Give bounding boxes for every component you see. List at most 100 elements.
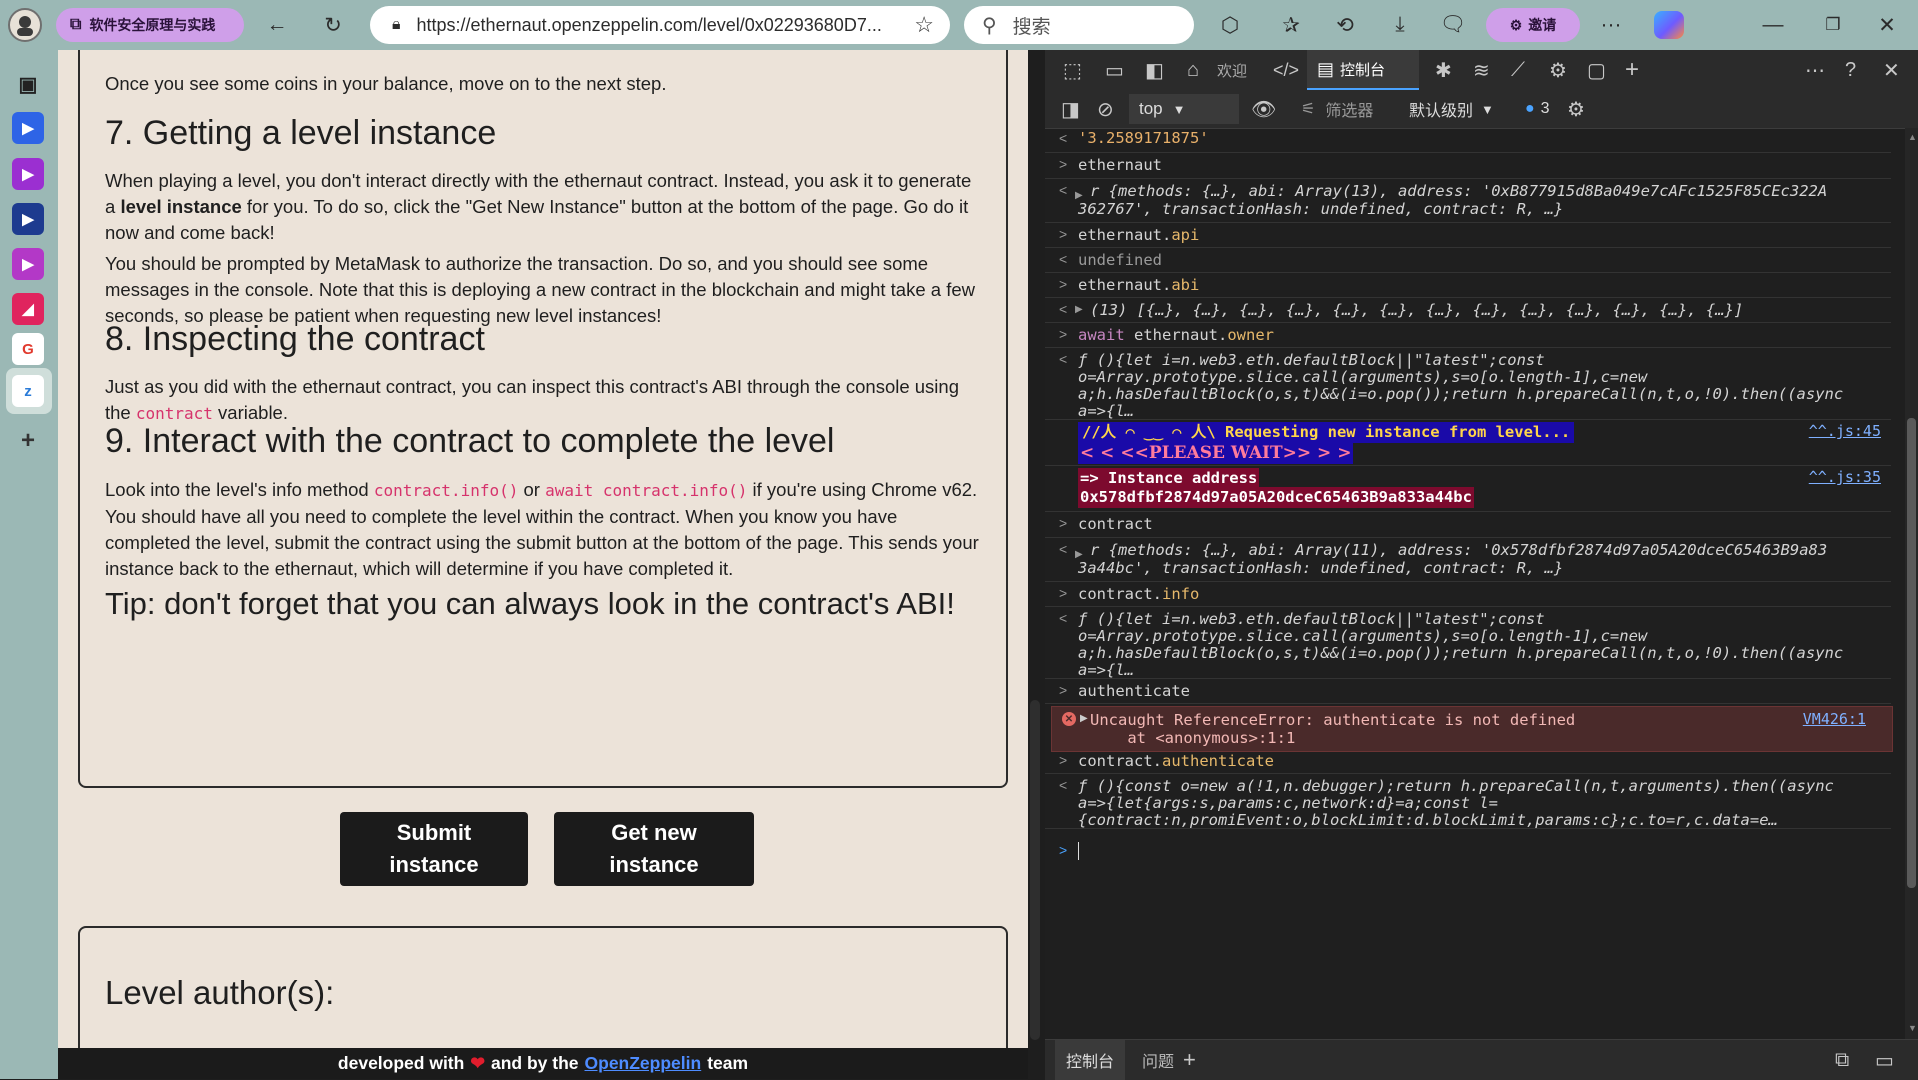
source-link[interactable]: ^^.js:35 xyxy=(1809,468,1881,486)
page-scrollbar[interactable] xyxy=(1030,700,1040,1040)
clear-console-icon[interactable]: ⊘ xyxy=(1097,97,1114,121)
sidebar-app-7-icon[interactable]: z xyxy=(12,375,44,407)
memory-gear-icon[interactable]: ⚙ xyxy=(1549,58,1567,82)
tab-welcome[interactable]: 欢迎 xyxy=(1217,58,1247,82)
back-icon[interactable]: ← xyxy=(262,10,292,40)
favorite-star-icon[interactable]: ☆ xyxy=(914,12,934,38)
expand-triangle-icon: ▶ xyxy=(1075,190,1083,201)
tab-actions-icon[interactable]: ▣ xyxy=(12,68,44,100)
profile-avatar[interactable] xyxy=(8,8,42,42)
sidebar-app-4-icon[interactable]: ▶ xyxy=(12,248,44,280)
tab-console[interactable]: ▤ 控制台 xyxy=(1307,50,1419,90)
paragraph-inspect-abi: Just as you did with the ethernaut contr… xyxy=(105,376,959,423)
console-icon: ▤ xyxy=(1317,58,1335,79)
live-expression-eye-icon[interactable]: 👁︎ xyxy=(1251,97,1276,121)
console-entry: > await ethernaut.owner xyxy=(1045,322,1891,348)
dock-side-icon[interactable]: ◧ xyxy=(1145,58,1164,82)
source-link[interactable]: VM426:1 xyxy=(1803,710,1866,728)
scroll-down-icon[interactable]: ▼ xyxy=(1908,1023,1917,1033)
level-instance-bold: level instance xyxy=(120,196,242,217)
devtools-toolbar: ⬚ ▭ ◧ ⌂ 欢迎 </> ▤ 控制台 ✱ ≋ ⟋ ⚙ ▢ + ⋯ ? ✕ xyxy=(1045,50,1918,91)
address-bar[interactable]: 🔒︎ https://ethernaut.openzeppelin.com/le… xyxy=(370,6,950,44)
close-icon[interactable]: ✕ xyxy=(1872,10,1902,40)
console-settings-icon[interactable]: ⚙ xyxy=(1567,97,1585,121)
inspect-element-icon[interactable]: ⬚ xyxy=(1063,58,1082,82)
sources-bug-icon[interactable]: ✱ xyxy=(1435,58,1452,82)
console-entry[interactable]: < ▶ (13) [{…}, {…}, {…}, {…}, {…}, {…}, … xyxy=(1045,297,1891,323)
inline-code-contract: contract xyxy=(135,404,213,423)
search-box[interactable]: ⚲ 搜索 xyxy=(964,6,1194,44)
url-text: https://ethernaut.openzeppelin.com/level… xyxy=(416,14,882,35)
context-select[interactable]: top ▼ xyxy=(1129,94,1239,124)
text-cursor xyxy=(1078,842,1079,860)
heart-icon: ❤ xyxy=(470,1053,485,1073)
device-toolbar-icon[interactable]: ▭ xyxy=(1105,58,1124,82)
drawer-add-tab-icon[interactable]: + xyxy=(1183,1047,1196,1072)
expand-triangle-icon[interactable]: ▶ xyxy=(1080,713,1088,724)
browser-top-bar: ⧉ 软件安全原理与实践 ← ↻ 🔒︎ https://ethernaut.ope… xyxy=(0,0,1918,50)
console-entry[interactable]: < ▶ r {methods: {…}, abi: Array(11), add… xyxy=(1045,537,1891,582)
application-icon[interactable]: ▢ xyxy=(1587,58,1606,82)
page-content: Once you see some coins in your balance,… xyxy=(58,50,1028,1079)
tab-group-icon: ⧉ xyxy=(70,16,82,33)
filter-icon: ⚟ xyxy=(1301,101,1316,118)
invite-button[interactable]: ⚙ 邀请 xyxy=(1486,8,1580,42)
drawer-close-icon[interactable]: ▭ xyxy=(1875,1048,1894,1072)
invite-icon: ⚙ xyxy=(1509,16,1523,33)
console-entry: > contract xyxy=(1045,511,1891,538)
sidebar-app-1-icon[interactable]: ▶ xyxy=(12,112,44,144)
console-scroll-thumb[interactable] xyxy=(1907,418,1916,888)
search-icon: ⚲ xyxy=(982,14,997,37)
add-sidebar-app-icon[interactable]: + xyxy=(12,425,44,457)
minimize-icon[interactable]: — xyxy=(1758,10,1788,40)
console-entry: > contract.info xyxy=(1045,581,1891,607)
scroll-up-icon[interactable]: ▲ xyxy=(1908,132,1917,142)
sidebar-toggle-icon[interactable]: ◨ xyxy=(1061,97,1080,121)
drawer-tab-console[interactable]: 控制台 xyxy=(1055,1040,1125,1080)
issues-counter[interactable]: ● 3 xyxy=(1525,94,1550,124)
maximize-icon[interactable]: ❐ xyxy=(1818,10,1848,40)
console-scrollbar[interactable]: ▲ ▼ xyxy=(1905,128,1918,1039)
feedback-icon[interactable]: 🗨︎ xyxy=(1438,10,1468,40)
favorites-icon[interactable]: ✰ xyxy=(1276,10,1306,40)
devtools-panel: ⬚ ▭ ◧ ⌂ 欢迎 </> ▤ 控制台 ✱ ≋ ⟋ ⚙ ▢ + ⋯ ? ✕ ◨… xyxy=(1045,50,1918,1080)
history-icon[interactable]: ⟲ xyxy=(1330,10,1360,40)
source-link[interactable]: ^^.js:45 xyxy=(1809,422,1881,440)
console-entry[interactable]: < r {methods: {…}, abi: Array(13), addre… xyxy=(1045,178,1891,223)
close-devtools-icon[interactable]: ✕ xyxy=(1883,58,1900,82)
more-tools-plus-icon[interactable]: + xyxy=(1625,56,1639,83)
expand-triangle-icon: ▶ xyxy=(1075,304,1083,315)
inline-code-info: contract.info() xyxy=(373,481,519,500)
extensions-icon[interactable]: ⬡ xyxy=(1215,10,1245,40)
refresh-icon[interactable]: ↻ xyxy=(318,10,348,40)
error-icon: ✕ xyxy=(1062,712,1076,726)
chevron-down-icon: ▼ xyxy=(1172,101,1186,117)
tab-group-button[interactable]: ⧉ 软件安全原理与实践 xyxy=(56,8,244,42)
invite-label: 邀请 xyxy=(1528,17,1557,33)
drawer-tab-issues[interactable]: 问题 xyxy=(1133,1040,1183,1080)
get-new-instance-button[interactable]: Get new instance xyxy=(554,812,754,886)
more-menu-icon[interactable]: ··· xyxy=(1596,10,1626,40)
welcome-home-icon[interactable]: ⌂ xyxy=(1187,58,1199,82)
paragraph-metamask: You should be prompted by MetaMask to au… xyxy=(105,253,975,326)
console-entry: > ethernaut.api xyxy=(1045,222,1891,248)
drawer-dock-icon[interactable]: ⧉ xyxy=(1835,1048,1849,1072)
performance-icon[interactable]: ⟋ xyxy=(1511,58,1525,82)
console-prompt[interactable]: > xyxy=(1045,838,1891,864)
network-wifi-icon[interactable]: ≋ xyxy=(1473,58,1490,82)
help-icon[interactable]: ? xyxy=(1845,58,1856,82)
openzeppelin-link[interactable]: OpenZeppelin xyxy=(585,1053,702,1074)
intro-text: Once you see some coins in your balance,… xyxy=(105,73,667,94)
download-icon[interactable]: ⤓ xyxy=(1385,10,1415,40)
sidebar-app-6-icon[interactable]: G xyxy=(12,333,44,365)
copilot-icon[interactable] xyxy=(1654,11,1684,39)
tab-console-label: 控制台 xyxy=(1340,61,1386,79)
devtools-more-icon[interactable]: ⋯ xyxy=(1805,58,1825,82)
elements-icon[interactable]: </> xyxy=(1273,58,1299,82)
sidebar-app-5-icon[interactable]: ◢ xyxy=(12,293,44,325)
sidebar-app-3-icon[interactable]: ▶ xyxy=(12,203,44,235)
vertical-sidebar: ▣ ▶ ▶ ▶ ▶ ◢ G z + xyxy=(0,50,58,1079)
log-level-select[interactable]: 默认级别 ▼ xyxy=(1409,94,1494,124)
submit-instance-button[interactable]: Submit instance xyxy=(340,812,528,886)
sidebar-app-2-icon[interactable]: ▶ xyxy=(12,158,44,190)
